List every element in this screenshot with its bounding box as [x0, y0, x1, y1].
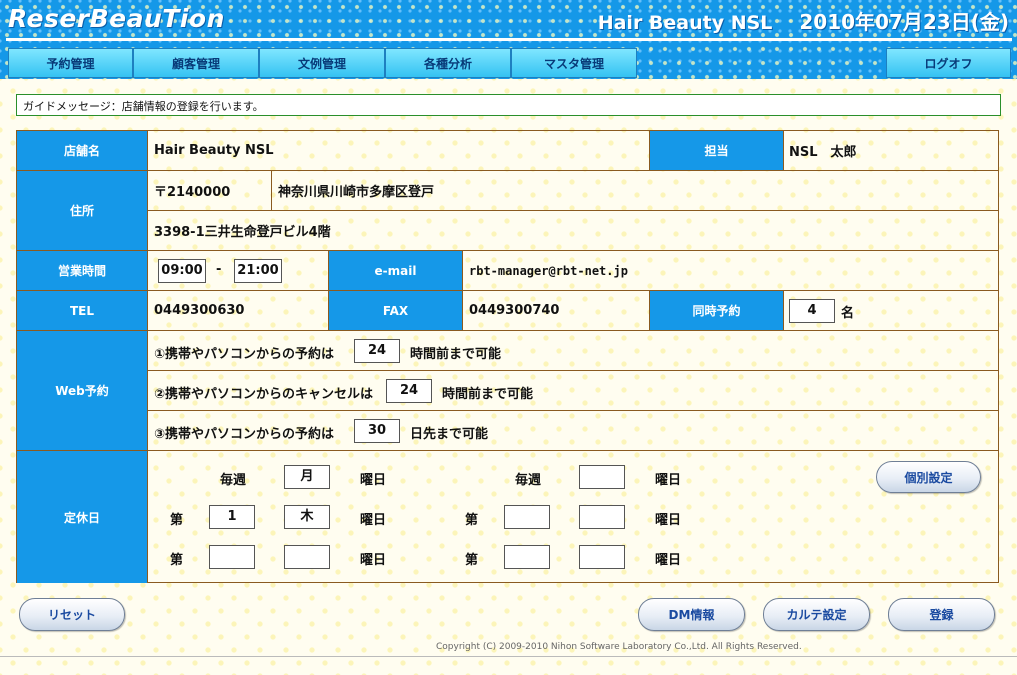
- weekly-label-2: 毎週: [515, 473, 542, 488]
- simultaneous-reservation-label: 同時予約: [650, 291, 784, 331]
- staff-value: NSL 太郎: [784, 131, 999, 171]
- email-value: rbt-manager@rbt-net.jp: [463, 251, 999, 291]
- weekday-suffix: 曜日: [360, 513, 387, 528]
- app-header: ReserBeauTion Hair Beauty NSL 2010年07月23…: [0, 0, 1017, 79]
- app-logo: ReserBeauTion: [8, 4, 225, 33]
- nth-label: 第: [465, 553, 479, 568]
- staff-label: 担当: [650, 131, 784, 171]
- open-time-input[interactable]: 09:00: [158, 259, 206, 283]
- guide-message: ガイドメッセージ：店舗情報の登録を行います。: [16, 94, 1001, 116]
- karte-settings-button[interactable]: カルテ設定: [763, 598, 870, 631]
- holiday-label: 定休日: [17, 451, 148, 583]
- nav-tab-customer[interactable]: 顧客管理: [133, 48, 259, 78]
- web-rule-3-suffix: 日先まで可能: [410, 427, 489, 442]
- nth-label: 第: [465, 513, 479, 528]
- web-rule-2-text: ②携帯やパソコンからのキャンセルは: [154, 387, 374, 402]
- register-button[interactable]: 登録: [888, 598, 995, 631]
- weekly-label: 毎週: [220, 473, 247, 488]
- nav-logout-button[interactable]: ログオフ: [886, 48, 1011, 78]
- web-rule-3-input[interactable]: 30: [354, 419, 400, 443]
- web-rule-1-text: ①携帯やパソコンからの予約は: [154, 347, 335, 362]
- hours-dash: -: [216, 262, 222, 277]
- individual-settings-button[interactable]: 個別設定: [876, 461, 981, 493]
- business-hours-label: 営業時間: [17, 251, 148, 291]
- address-label: 住所: [17, 171, 148, 251]
- footer-divider: [0, 656, 1017, 657]
- nth-label: 第: [170, 553, 184, 568]
- nth-week-1-input[interactable]: 1: [209, 505, 255, 529]
- web-rule-1-input[interactable]: 24: [354, 339, 400, 363]
- nav-tab-reservation[interactable]: 予約管理: [8, 48, 133, 78]
- web-rule-2-input[interactable]: 24: [386, 379, 432, 403]
- web-rule-2: ②携帯やパソコンからのキャンセルは 24 時間前まで可能: [148, 371, 999, 411]
- simultaneous-reservation-input[interactable]: 4: [789, 299, 835, 323]
- simultaneous-reservation-cell: 4 名: [784, 291, 999, 331]
- nth-day-2-input[interactable]: [579, 505, 625, 529]
- tel-value: 0449300630: [148, 291, 329, 331]
- simultaneous-reservation-unit: 名: [841, 306, 855, 321]
- nth-week-3-input[interactable]: [209, 545, 255, 569]
- weekday-suffix: 曜日: [655, 513, 682, 528]
- web-rule-1: ①携帯やパソコンからの予約は 24 時間前まで可能: [148, 331, 999, 371]
- nav-tab-master[interactable]: マスタ管理: [511, 48, 637, 78]
- nth-day-3-input[interactable]: [284, 545, 330, 569]
- business-hours-cell: 09:00 - 21:00: [148, 251, 329, 291]
- store-info-form: 店舗名 Hair Beauty NSL 担当 NSL 太郎 住所 〒214000…: [16, 130, 999, 583]
- postal-code-value: 〒2140000: [148, 171, 272, 211]
- dm-info-button[interactable]: DM情報: [638, 598, 745, 631]
- copyright-text: Copyright (C) 2009-2010 Nihon Software L…: [436, 642, 802, 652]
- store-name-value: Hair Beauty NSL: [148, 131, 650, 171]
- nth-day-1-input[interactable]: 木: [284, 505, 330, 529]
- holiday-settings: 毎週 月 曜日 毎週 曜日 第 1 木 曜日 第 曜日 第 曜日 第 曜日 個別…: [148, 451, 999, 583]
- header-store-name: Hair Beauty NSL: [597, 12, 773, 34]
- nav-tab-analysis[interactable]: 各種分析: [385, 48, 511, 78]
- weekly-day-1-input[interactable]: 月: [284, 465, 330, 489]
- web-reservation-label: Web予約: [17, 331, 148, 451]
- fax-label: FAX: [329, 291, 463, 331]
- weekday-suffix: 曜日: [360, 473, 387, 488]
- web-rule-2-suffix: 時間前まで可能: [442, 387, 534, 402]
- web-rule-3-text: ③携帯やパソコンからの予約は: [154, 427, 335, 442]
- weekday-suffix: 曜日: [655, 553, 682, 568]
- nth-day-4-input[interactable]: [579, 545, 625, 569]
- web-rule-1-suffix: 時間前まで可能: [410, 347, 502, 362]
- store-name-label: 店舗名: [17, 131, 148, 171]
- fax-value: 0449300740: [463, 291, 650, 331]
- nth-label: 第: [170, 513, 184, 528]
- header-date: 2010年07月23日(金): [799, 10, 1009, 34]
- header-info: Hair Beauty NSL 2010年07月23日(金): [598, 6, 1009, 35]
- close-time-input[interactable]: 21:00: [234, 259, 282, 283]
- header-divider: [6, 38, 1012, 41]
- email-label: e-mail: [329, 251, 463, 291]
- nav-tab-template[interactable]: 文例管理: [259, 48, 385, 78]
- reset-button[interactable]: リセット: [19, 598, 125, 631]
- weekday-suffix: 曜日: [360, 553, 387, 568]
- nth-week-2-input[interactable]: [504, 505, 550, 529]
- web-rule-3: ③携帯やパソコンからの予約は 30 日先まで可能: [148, 411, 999, 451]
- weekday-suffix: 曜日: [655, 473, 682, 488]
- address-line1-value: 神奈川県川崎市多摩区登戸: [272, 171, 999, 211]
- nth-week-4-input[interactable]: [504, 545, 550, 569]
- weekly-day-2-input[interactable]: [579, 465, 625, 489]
- tel-label: TEL: [17, 291, 148, 331]
- address-line2-value: 3398-1三井生命登戸ビル4階: [148, 211, 999, 251]
